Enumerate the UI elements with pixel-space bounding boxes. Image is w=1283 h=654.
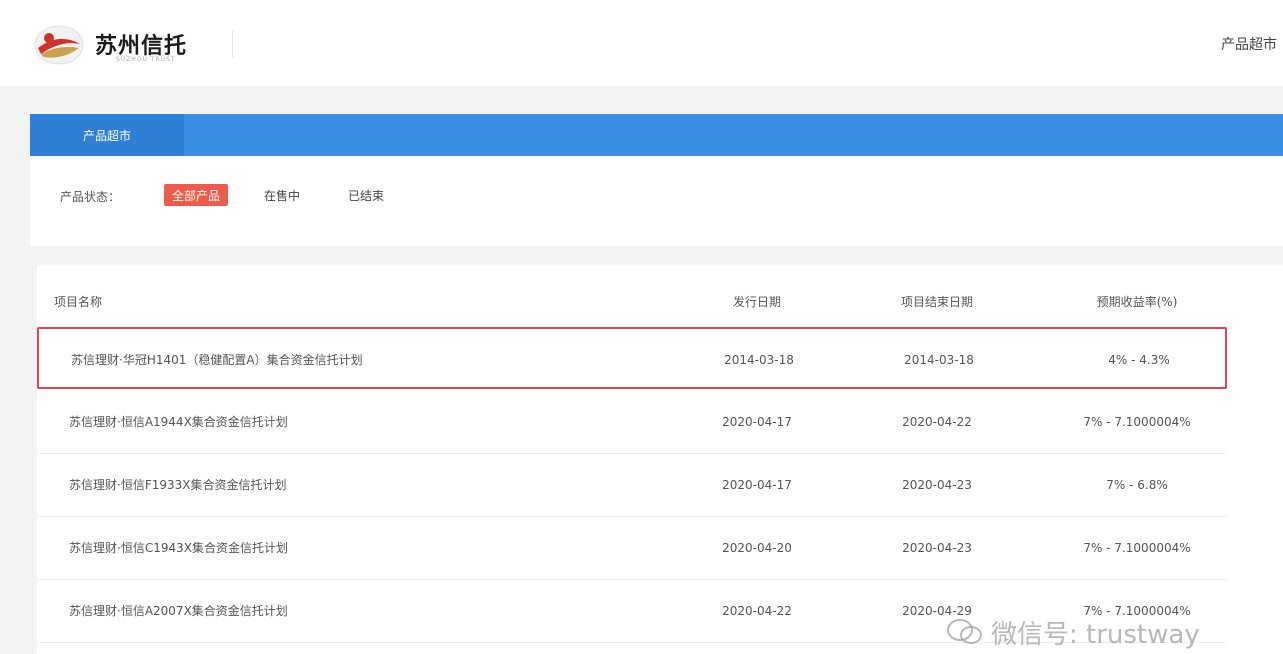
wechat-watermark: 微信号: trustway — [945, 612, 1200, 652]
header-end-date: 项目结束日期 — [900, 295, 973, 309]
project-name[interactable]: 苏信理财·恒信F1933X集合资金信托计划 — [69, 454, 286, 516]
watermark-text: 微信号: trustway — [991, 619, 1200, 650]
table-row[interactable]: 苏信理财·华冠H1401（稳健配置A）集合资金信托计划 2014-03-18 2… — [37, 327, 1227, 389]
project-name[interactable]: 苏信理财·恒信C1943X集合资金信托计划 — [69, 517, 288, 579]
filter-all[interactable]: 全部产品 — [164, 184, 228, 206]
table-row[interactable]: 苏信理财·恒信C1943X集合资金信托计划 2020-04-20 2020-04… — [37, 517, 1227, 580]
expected-yield: 7% - 7.1000004% — [1083, 541, 1191, 555]
end-date: 2014-03-18 — [904, 353, 974, 367]
expected-yield: 7% - 7.1000004% — [1083, 415, 1191, 429]
table-row[interactable]: 苏信理财·恒信F1933X集合资金信托计划 2020-04-17 2020-04… — [37, 454, 1227, 517]
project-name[interactable]: 苏信理财·恒信A2007X集合资金信托计划 — [69, 580, 288, 642]
wechat-icon — [947, 619, 982, 644]
brand-subtitle: SUZHOU TRUST — [116, 56, 176, 63]
tab-bar: 产品超市 — [30, 114, 1283, 156]
filter-ended[interactable]: 已结束 — [336, 184, 396, 206]
top-header: 苏州信托 SUZHOU TRUST 产品超市 — [0, 0, 1283, 86]
table-row[interactable]: 苏信理财·恒信A1944X集合资金信托计划 2020-04-17 2020-04… — [37, 391, 1227, 454]
header-divider — [232, 30, 233, 58]
filter-panel: 产品超市 产品状态： 全部产品 在售中 已结束 — [30, 114, 1283, 246]
filter-on-sale[interactable]: 在售中 — [252, 184, 312, 206]
end-date: 2020-04-22 — [902, 415, 972, 429]
company-logo[interactable] — [33, 24, 85, 66]
issue-date: 2020-04-17 — [722, 478, 792, 492]
product-table: 项目名称 发行日期 项目结束日期 预期收益率(%) 苏信理财·华冠H1401（稳… — [37, 265, 1283, 654]
project-name[interactable]: 苏信理财·恒信A1944X集合资金信托计划 — [69, 391, 288, 453]
issue-date: 2020-04-17 — [722, 415, 792, 429]
issue-date: 2020-04-22 — [722, 604, 792, 618]
tab-product-market[interactable]: 产品超市 — [30, 114, 184, 156]
end-date: 2020-04-23 — [902, 541, 972, 555]
issue-date: 2014-03-18 — [724, 353, 794, 367]
project-name[interactable]: 苏信理财·华冠H1401（稳健配置A）集合资金信托计划 — [71, 329, 363, 391]
expected-yield: 4% - 4.3% — [1108, 353, 1170, 367]
issue-date: 2020-04-20 — [722, 541, 792, 555]
nav-product-market[interactable]: 产品超市 — [1221, 34, 1277, 54]
header-expected-yield: 预期收益率(%) — [1096, 295, 1178, 309]
end-date: 2020-04-23 — [902, 478, 972, 492]
filter-label: 产品状态： — [60, 190, 121, 204]
header-issue-date: 发行日期 — [732, 295, 781, 309]
header-project-name: 项目名称 — [54, 295, 103, 309]
expected-yield: 7% - 6.8% — [1106, 478, 1168, 492]
